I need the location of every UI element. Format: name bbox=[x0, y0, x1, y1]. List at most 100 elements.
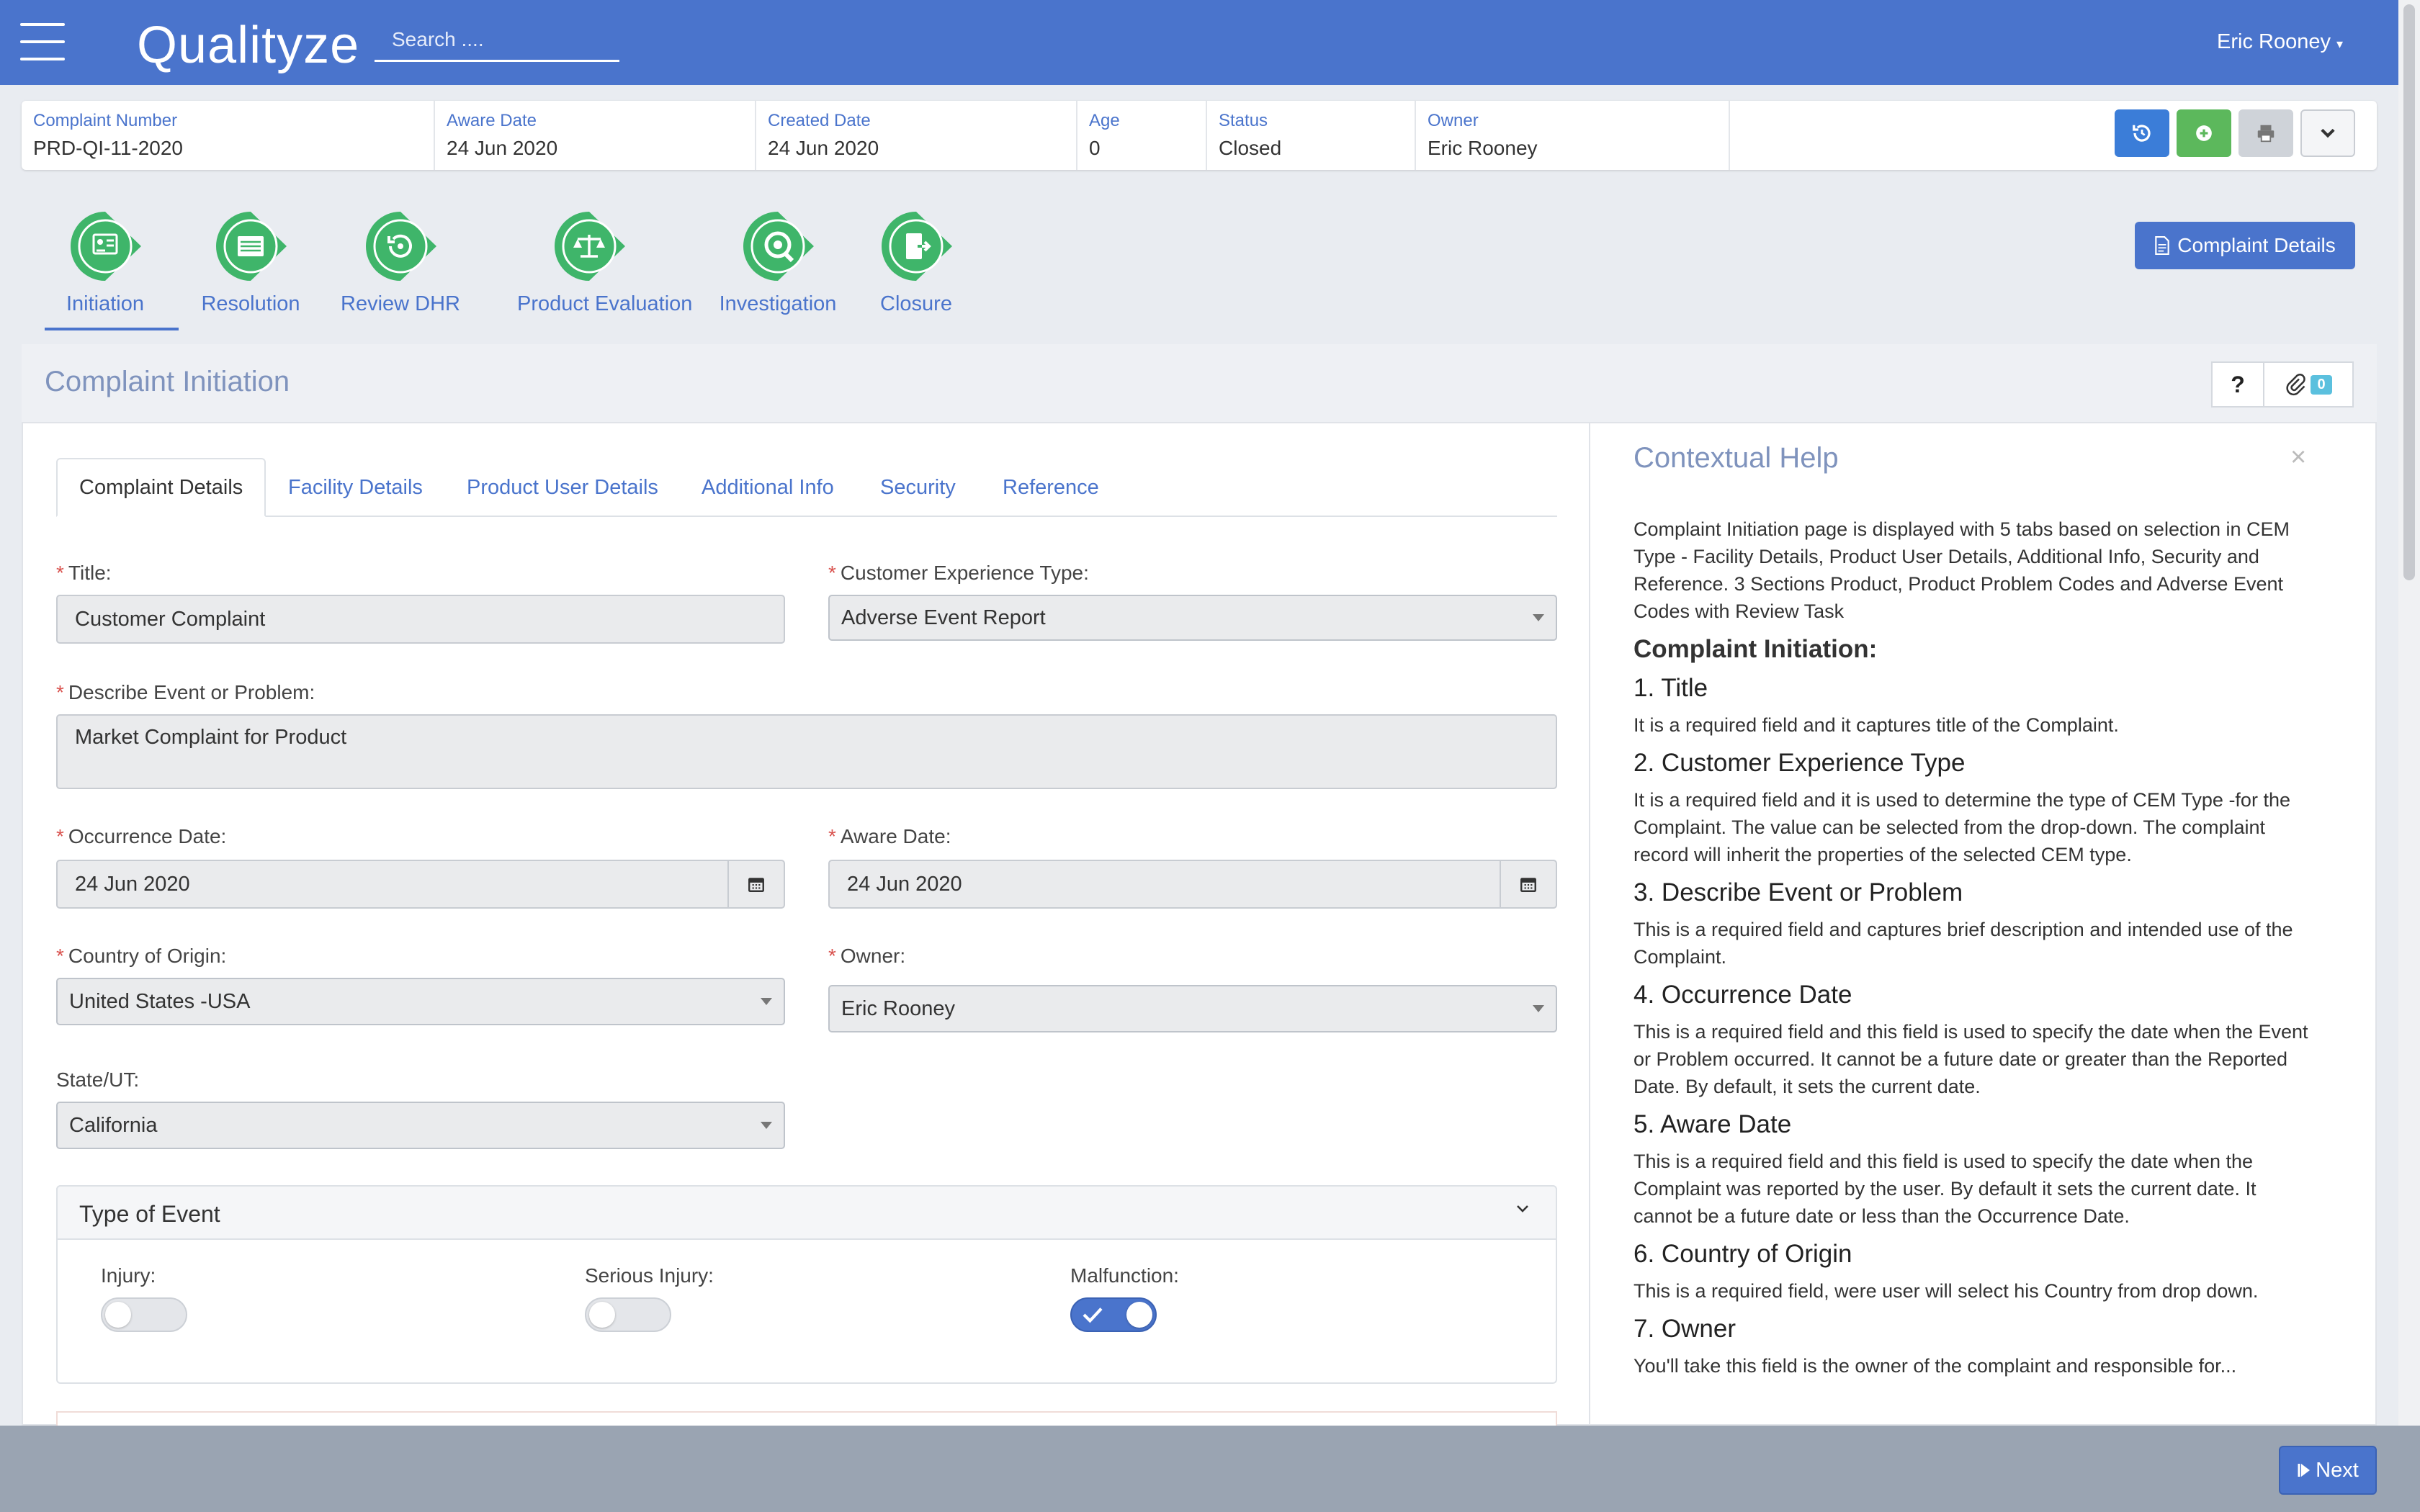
help-heading: 3. Describe Event or Problem bbox=[1634, 878, 1963, 906]
malfunction-label: Malfunction: bbox=[1070, 1264, 1179, 1287]
tab-product-user-details[interactable]: Product User Details bbox=[445, 458, 680, 517]
page-title: Complaint Initiation bbox=[45, 366, 290, 397]
close-icon[interactable]: × bbox=[2290, 442, 2306, 473]
field-label: Created Date bbox=[768, 111, 871, 130]
country-select[interactable]: United States -USA bbox=[56, 978, 785, 1025]
next-button[interactable]: Next bbox=[2279, 1446, 2377, 1495]
attachments-button[interactable]: 0 bbox=[2263, 361, 2354, 408]
help-heading: 4. Occurrence Date bbox=[1634, 981, 1852, 1009]
step-label: Closure bbox=[880, 292, 952, 315]
active-step-indicator bbox=[45, 328, 179, 330]
label-text: Title: bbox=[68, 562, 112, 584]
field-value: 24 Jun 2020 bbox=[768, 137, 879, 159]
label-text: Customer Experience Type: bbox=[840, 562, 1089, 584]
workflow-step-initiation[interactable]: Initiation bbox=[33, 210, 177, 316]
serious-injury-toggle[interactable] bbox=[585, 1297, 671, 1332]
user-menu[interactable]: Eric Rooney ▾ bbox=[2217, 30, 2343, 54]
hamburger-menu-icon[interactable] bbox=[20, 23, 65, 63]
header-field-age: Age 0 bbox=[1077, 101, 1207, 170]
plus-circle-icon bbox=[2196, 125, 2212, 141]
calendar-icon[interactable] bbox=[1500, 861, 1556, 907]
type-of-event-title: Type of Event bbox=[79, 1201, 220, 1227]
help-content: Complaint Initiation page is displayed w… bbox=[1634, 516, 2311, 1426]
state-label: State/UT: bbox=[56, 1068, 140, 1091]
step-label: Initiation bbox=[66, 292, 144, 315]
help-title: Contextual Help bbox=[1634, 442, 1839, 474]
describe-label: * Describe Event or Problem: bbox=[56, 681, 315, 704]
help-divider bbox=[1589, 423, 1590, 1426]
header-field-complaint-number: Complaint Number PRD-QI-11-2020 bbox=[22, 101, 435, 170]
required-marker: * bbox=[828, 562, 836, 584]
document-icon bbox=[2155, 236, 2170, 255]
workflow-step-investigation[interactable]: Investigation bbox=[706, 210, 850, 316]
cem-type-label: * Customer Experience Type: bbox=[828, 562, 1089, 585]
label-text: Describe Event or Problem: bbox=[68, 681, 315, 703]
scrollbar-thumb[interactable] bbox=[2403, 4, 2415, 580]
title-input[interactable]: Customer Complaint bbox=[56, 595, 785, 644]
print-button[interactable] bbox=[2238, 109, 2293, 157]
select-value: Eric Rooney bbox=[841, 996, 955, 1020]
add-button[interactable] bbox=[2177, 109, 2231, 157]
tab-complaint-details[interactable]: Complaint Details bbox=[56, 458, 266, 517]
step-label: Review DHR bbox=[341, 292, 460, 315]
tab-additional-info[interactable]: Additional Info bbox=[680, 458, 856, 517]
header-field-created-date: Created Date 24 Jun 2020 bbox=[756, 101, 1077, 170]
label-text: Owner: bbox=[840, 945, 906, 967]
more-actions-button[interactable] bbox=[2300, 109, 2355, 157]
malfunction-toggle[interactable] bbox=[1070, 1297, 1157, 1332]
header-field-owner: Owner Eric Rooney bbox=[1416, 101, 1730, 170]
chevron-down-icon[interactable] bbox=[1514, 1200, 1531, 1220]
field-value: Eric Rooney bbox=[1428, 137, 1538, 159]
required-marker: * bbox=[56, 945, 64, 967]
caret-down-icon bbox=[1533, 614, 1544, 621]
help-text: This is a required field and this field … bbox=[1634, 1151, 2257, 1227]
state-select[interactable]: California bbox=[56, 1102, 785, 1149]
label-text: Country of Origin: bbox=[68, 945, 227, 967]
help-text: You'll take this field is the owner of t… bbox=[1634, 1355, 2237, 1377]
help-intro: Complaint Initiation page is displayed w… bbox=[1634, 518, 2290, 622]
country-label: * Country of Origin: bbox=[56, 945, 226, 968]
workflow-step-resolution[interactable]: Resolution bbox=[179, 210, 323, 316]
complaint-details-button[interactable]: Complaint Details bbox=[2135, 222, 2355, 269]
field-label: Complaint Number bbox=[33, 111, 178, 130]
injury-toggle[interactable] bbox=[101, 1297, 187, 1332]
search-input[interactable] bbox=[375, 19, 619, 62]
owner-select[interactable]: Eric Rooney bbox=[828, 985, 1557, 1032]
workflow-step-closure[interactable]: Closure bbox=[844, 210, 988, 316]
cem-type-select[interactable]: Adverse Event Report bbox=[828, 595, 1557, 641]
paperclip-icon bbox=[2286, 374, 2306, 396]
app-logo: Qualityze bbox=[137, 17, 360, 74]
resolution-icon bbox=[215, 210, 287, 282]
describe-textarea[interactable]: Market Complaint for Product bbox=[56, 714, 1557, 789]
caret-down-icon bbox=[1533, 1005, 1544, 1012]
panel-header bbox=[22, 344, 2377, 423]
field-label: Age bbox=[1089, 111, 1120, 130]
calendar-icon[interactable] bbox=[727, 861, 784, 907]
workflow-step-product-evaluation[interactable]: Product Evaluation bbox=[517, 210, 693, 316]
workflow-step-review-dhr[interactable]: Review DHR bbox=[328, 210, 472, 316]
owner-label: * Owner: bbox=[828, 945, 905, 968]
field-label: Status bbox=[1219, 111, 1268, 130]
aware-date-input[interactable]: 24 Jun 2020 bbox=[828, 860, 1557, 909]
tab-facility-details[interactable]: Facility Details bbox=[266, 458, 444, 517]
type-of-event-header[interactable] bbox=[56, 1185, 1557, 1240]
help-heading: 1. Title bbox=[1634, 674, 1708, 702]
header-field-status: Status Closed bbox=[1207, 101, 1416, 170]
review-dhr-icon bbox=[364, 210, 436, 282]
label-text: Occurrence Date: bbox=[68, 825, 227, 847]
chevron-down-icon bbox=[2321, 128, 2335, 138]
help-heading: 7. Owner bbox=[1634, 1315, 1736, 1343]
initiation-icon bbox=[69, 210, 141, 282]
footer-bar bbox=[0, 1426, 2420, 1512]
required-marker: * bbox=[828, 825, 836, 847]
step-label: Product Evaluation bbox=[517, 292, 693, 315]
help-text: It is a required field and it is used to… bbox=[1634, 789, 2290, 865]
attachments-count-badge: 0 bbox=[2311, 374, 2332, 395]
tab-security[interactable]: Security bbox=[859, 458, 977, 517]
history-button[interactable] bbox=[2115, 109, 2169, 157]
occurrence-date-input[interactable]: 24 Jun 2020 bbox=[56, 860, 785, 909]
step-label: Investigation bbox=[719, 292, 837, 315]
help-button[interactable]: ? bbox=[2211, 361, 2264, 408]
tab-reference[interactable]: Reference bbox=[981, 458, 1121, 517]
title-label: * Title: bbox=[56, 562, 112, 585]
